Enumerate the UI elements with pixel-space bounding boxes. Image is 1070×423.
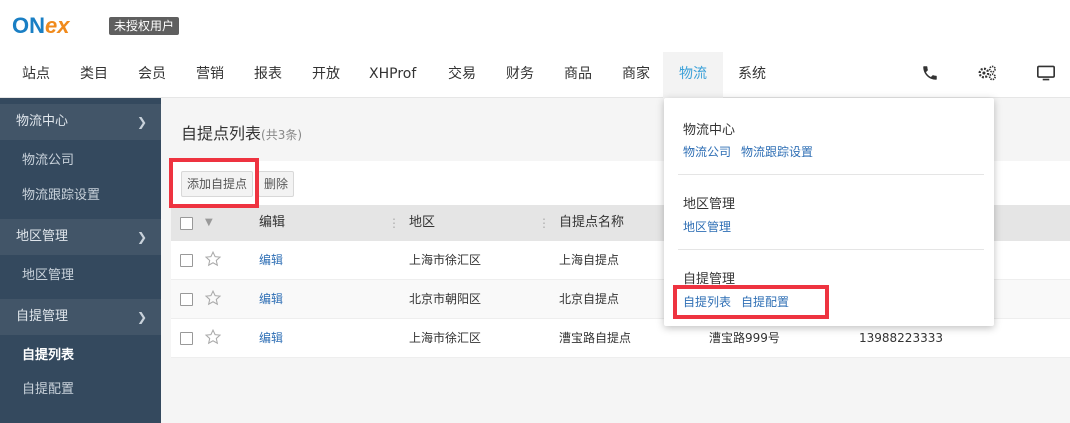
- phone-icon[interactable]: [921, 64, 941, 84]
- nav-item-site[interactable]: 站点: [22, 52, 50, 98]
- region-cell: 上海市徐汇区: [409, 253, 482, 267]
- select-all-checkbox[interactable]: [180, 217, 193, 230]
- nav-item-goods[interactable]: 商品: [564, 52, 592, 98]
- logo-on-text: ON: [12, 13, 45, 38]
- chevron-right-icon: ❯: [136, 230, 147, 244]
- delete-button[interactable]: 删除: [258, 171, 295, 197]
- chevron-right-icon: ❯: [136, 310, 147, 324]
- edit-link[interactable]: 编辑: [259, 319, 283, 358]
- highlight-box-add-button: [169, 158, 259, 208]
- nav-item-category[interactable]: 类目: [80, 52, 108, 98]
- dropdown-divider: [678, 174, 984, 175]
- pickup-name-cell: 北京自提点: [559, 292, 620, 306]
- page-title-text: 自提点列表: [181, 124, 262, 143]
- chevron-right-icon: ❯: [136, 115, 147, 129]
- monitor-icon[interactable]: [1036, 64, 1056, 84]
- column-header-edit[interactable]: 编辑: [259, 205, 285, 241]
- logo-ex-text: ex: [45, 13, 70, 38]
- dropdown-link-logistics-company[interactable]: 物流公司: [683, 143, 731, 160]
- column-resize-handle[interactable]: ⋮: [388, 216, 400, 230]
- sidebar-item-pickup-config[interactable]: 自提配置: [0, 373, 161, 407]
- sidebar: 物流中心 ❯ 物流公司 物流跟踪设置 地区管理 ❯ 地区管理 自提管理 ❯ 自提…: [0, 98, 161, 423]
- star-icon[interactable]: [204, 328, 222, 346]
- nav-item-report[interactable]: 报表: [254, 52, 282, 98]
- page-title: 自提点列表(共3条): [181, 120, 302, 144]
- nav-item-logistics[interactable]: 物流: [663, 52, 723, 98]
- sidebar-section-logistics-center[interactable]: 物流中心 ❯: [0, 104, 161, 140]
- top-bar: ONex 未授权用户: [0, 0, 1070, 52]
- nav-item-trade[interactable]: 交易: [448, 52, 476, 98]
- star-icon[interactable]: [204, 250, 222, 268]
- nav-item-merchant[interactable]: 商家: [622, 52, 650, 98]
- row-checkbox[interactable]: [180, 332, 193, 345]
- gears-icon[interactable]: [977, 64, 997, 84]
- nav-item-member[interactable]: 会员: [138, 52, 166, 98]
- row-checkbox[interactable]: [180, 254, 193, 267]
- dropdown-group-title: 物流中心: [683, 123, 736, 138]
- region-cell: 上海市徐汇区: [409, 331, 482, 345]
- dropdown-group-title: 地区管理: [683, 197, 736, 212]
- unauthorized-user-badge: 未授权用户: [109, 17, 180, 35]
- sidebar-section-pickup-management[interactable]: 自提管理 ❯: [0, 299, 161, 335]
- dropdown-link-region-management[interactable]: 地区管理: [683, 218, 731, 235]
- main-nav: 站点 类目 会员 营销 报表 开放 XHProf 交易 财务 商品 商家 物流 …: [0, 52, 1070, 98]
- record-count: (共3条): [261, 128, 303, 142]
- region-cell: 北京市朝阳区: [409, 292, 482, 306]
- nav-item-open[interactable]: 开放: [312, 52, 340, 98]
- column-header-pickup-name[interactable]: 自提点名称: [559, 205, 624, 241]
- sidebar-section-region-management[interactable]: 地区管理 ❯: [0, 219, 161, 255]
- nav-item-finance[interactable]: 财务: [506, 52, 534, 98]
- sidebar-item-logistics-company[interactable]: 物流公司: [0, 144, 161, 178]
- sidebar-section-label: 地区管理: [16, 229, 69, 244]
- pickup-name-cell: 漕宝路自提点: [559, 331, 632, 345]
- nav-item-xhprof[interactable]: XHProf: [369, 52, 416, 98]
- star-icon[interactable]: [204, 289, 222, 307]
- column-header-region[interactable]: 地区: [409, 205, 435, 241]
- sidebar-section-label: 自提管理: [16, 309, 69, 324]
- sort-down-icon[interactable]: ▼: [205, 205, 213, 241]
- nav-item-marketing[interactable]: 营销: [196, 52, 224, 98]
- edit-link[interactable]: 编辑: [259, 241, 283, 280]
- column-resize-handle[interactable]: ⋮: [538, 216, 550, 230]
- sidebar-section-label: 物流中心: [16, 114, 69, 129]
- onex-logo[interactable]: ONex: [12, 13, 69, 39]
- nav-item-system[interactable]: 系统: [738, 52, 766, 98]
- edit-link[interactable]: 编辑: [259, 280, 283, 319]
- row-checkbox[interactable]: [180, 293, 193, 306]
- highlight-box-pickup-links: [673, 285, 829, 319]
- sidebar-item-tracking-settings[interactable]: 物流跟踪设置: [0, 179, 161, 213]
- dropdown-link-tracking-settings[interactable]: 物流跟踪设置: [741, 143, 813, 160]
- pickup-name-cell: 上海自提点: [559, 253, 620, 267]
- sidebar-item-region-management[interactable]: 地区管理: [0, 259, 161, 293]
- sidebar-item-pickup-list[interactable]: 自提列表: [0, 339, 161, 373]
- dropdown-divider: [678, 249, 984, 250]
